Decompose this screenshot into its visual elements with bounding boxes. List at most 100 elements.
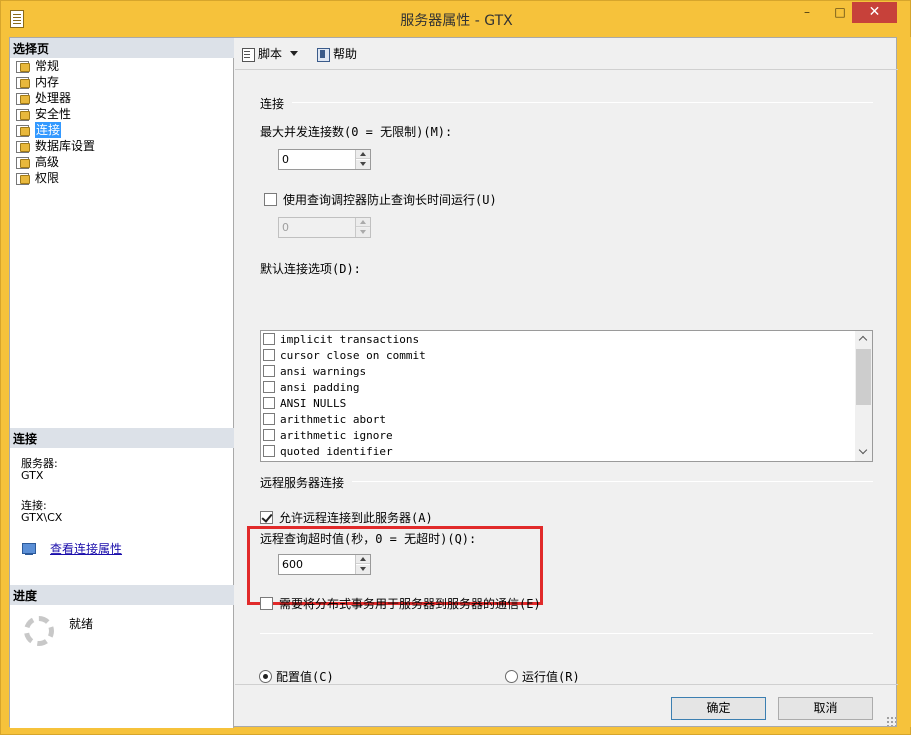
spin-up-icon[interactable] [356,555,370,564]
radio-button[interactable] [505,670,518,683]
list-item[interactable]: ansi warnings [263,363,426,379]
checkbox-box[interactable] [263,445,275,457]
allow-remote-label: 允许远程连接到此服务器(A) [279,511,433,525]
remote-timeout-spinner[interactable]: 600 [278,554,371,575]
option-label: cursor close on commit [280,348,426,362]
page-icon [14,108,30,121]
page-item-connections[interactable]: 连接 [14,122,95,138]
page-label: 数据库设置 [35,139,96,153]
page-icon [14,60,30,73]
close-button[interactable]: ✕ [852,2,897,23]
script-icon [241,47,255,62]
page-label: 权限 [35,171,60,185]
default-options-list[interactable]: implicit transactions cursor close on co… [260,330,873,462]
max-connections-spinner[interactable]: 0 [278,149,371,170]
list-item[interactable]: quoted identifier [263,443,426,459]
ok-button[interactable]: 确定 [671,697,766,720]
checkbox-box[interactable] [264,193,277,206]
title-bar[interactable]: 服务器属性 - GTX – □ ✕ [1,1,911,37]
checkbox-box[interactable] [263,397,275,409]
page-icon [14,140,30,153]
checkbox-box[interactable] [263,381,275,393]
server-value: GTX [21,469,44,482]
checkbox-box[interactable] [263,413,275,425]
maximize-button[interactable]: □ [827,2,853,23]
query-governor-value[interactable]: 0 [282,221,289,234]
spin-down-icon[interactable] [356,160,370,169]
radio-button[interactable] [259,670,272,683]
checkbox-box[interactable] [263,349,275,361]
scroll-down-icon[interactable] [855,444,872,461]
checkbox-box[interactable] [260,597,273,610]
minimize-button[interactable]: – [794,2,820,23]
dialog-window: 服务器属性 - GTX – □ ✕ 选择页 常规 内存 处理器 安全性 连接 数… [0,0,911,735]
remote-timeout-label: 远程查询超时值(秒，0 = 无超时)(Q): [260,532,477,546]
page-item-advanced[interactable]: 高级 [14,154,95,170]
page-item-database-settings[interactable]: 数据库设置 [14,138,95,154]
view-connection-properties-link[interactable]: 查看连接属性 [21,540,122,557]
query-governor-checkbox[interactable]: 使用查询调控器防止查询长时间运行(U) [264,191,497,208]
view-connection-properties-text[interactable]: 查看连接属性 [50,540,122,557]
option-label: ansi padding [280,380,360,394]
spinner-buttons [355,218,370,237]
option-label: arithmetic abort [280,412,386,426]
list-item[interactable]: ansi padding [263,379,426,395]
window-border [898,37,911,727]
spin-down-icon[interactable] [356,228,370,237]
connection-value: GTX\CX [21,511,63,524]
help-button[interactable]: 帮助 [316,45,357,62]
max-connections-label: 最大并发连接数(0 = 无限制)(M): [260,125,453,139]
list-item[interactable]: arithmetic abort [263,411,426,427]
group-divider [352,481,873,482]
scroll-up-icon[interactable] [855,331,872,348]
help-icon [316,47,331,62]
list-item[interactable]: cursor close on commit [263,347,426,363]
option-label: ansi warnings [280,364,367,378]
window-title: 服务器属性 - GTX [400,13,513,29]
distributed-transactions-checkbox[interactable]: 需要将分布式事务用于服务器到服务器的通信(E) [260,595,541,612]
page-item-security[interactable]: 安全性 [14,106,95,122]
scroll-thumb[interactable] [856,349,871,405]
remote-timeout-value[interactable]: 600 [282,558,303,571]
query-governor-spinner[interactable]: 0 [278,217,371,238]
configured-value-radio[interactable]: 配置值(C) [259,668,334,685]
page-label: 安全性 [35,107,72,121]
page-item-processors[interactable]: 处理器 [14,90,95,106]
configured-value-label: 配置值(C) [276,670,334,684]
option-label: implicit transactions [280,332,420,346]
progress-spinner-icon [24,616,54,646]
remote-group-title: 远程服务器连接 [260,476,345,490]
list-item[interactable]: implicit transactions [263,331,426,347]
help-label: 帮助 [333,47,358,61]
page-item-general[interactable]: 常规 [14,58,95,74]
checkbox-box[interactable] [263,333,275,345]
page-item-permissions[interactable]: 权限 [14,170,95,186]
group-divider [292,102,873,103]
max-connections-value[interactable]: 0 [282,153,289,166]
list-item[interactable]: ANSI NULLS [263,395,426,411]
spin-up-icon[interactable] [356,150,370,159]
resize-grip-icon[interactable] [886,716,896,726]
checkbox-box[interactable] [260,511,273,524]
right-pane: 脚本 帮助 连接 最大并发连接数(0 = 无限制)(M): 0 使用查询调控器防… [235,38,898,728]
cancel-button[interactable]: 取消 [778,697,873,720]
button-bar: 确定 取消 [235,684,898,728]
checkbox-box[interactable] [263,429,275,441]
list-item[interactable]: arithmetic ignore [263,427,426,443]
chevron-down-icon[interactable] [290,51,299,56]
page-list: 常规 内存 处理器 安全性 连接 数据库设置 高级 权限 [14,58,95,186]
allow-remote-checkbox[interactable]: 允许远程连接到此服务器(A) [260,509,433,526]
spin-down-icon[interactable] [356,565,370,574]
option-label: ANSI NULLS [280,396,347,410]
script-button[interactable]: 脚本 [241,45,308,62]
vertical-scrollbar[interactable] [855,331,872,461]
group-divider [260,633,873,634]
toolbar: 脚本 帮助 [235,38,898,70]
spin-up-icon[interactable] [356,218,370,227]
page-icon [14,172,30,185]
page-label: 处理器 [35,91,72,105]
connection-header: 连接 [10,428,234,448]
running-value-radio[interactable]: 运行值(R) [505,668,580,685]
page-item-memory[interactable]: 内存 [14,74,95,90]
checkbox-box[interactable] [263,365,275,377]
